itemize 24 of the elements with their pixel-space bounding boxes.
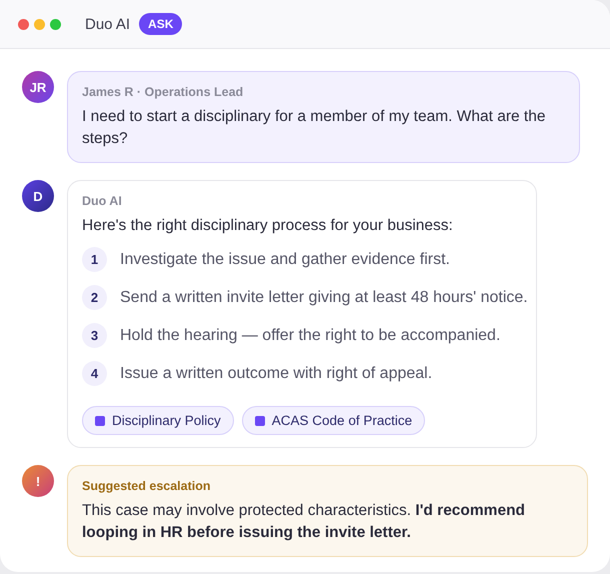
minimize-button[interactable] <box>34 18 45 30</box>
avatar: ! <box>22 465 54 497</box>
message-text: Here's the right disciplinary process for your business: <box>82 216 454 236</box>
step-number: 4 <box>82 361 107 386</box>
maximize-button[interactable] <box>50 18 61 30</box>
source-chip[interactable]: ACAS Code of Practice <box>242 406 426 435</box>
step-text: Hold the hearing — offer the right to be accompanied. <box>120 326 500 344</box>
step-number: 3 <box>82 323 107 348</box>
message-text: This case may involve protected characteristics. I'd recommend looping in HR before issuing the invite letter. <box>82 501 526 543</box>
step-text: Issue a written outcome with right of appeal. <box>120 364 432 382</box>
step-number: 2 <box>82 285 107 310</box>
avatar: D <box>22 180 54 212</box>
close-button[interactable] <box>18 18 29 30</box>
source-chip[interactable]: Disciplinary Policy <box>82 406 234 435</box>
message-author: James R · Operations Lead <box>82 85 244 99</box>
message-author: Suggested escalation <box>82 479 212 493</box>
message-author: Duo AI <box>82 194 123 208</box>
avatar: JR <box>22 71 54 103</box>
window-title: Duo AI <box>85 16 130 32</box>
mode-badge: ASK <box>139 13 182 35</box>
step-text: Investigate the issue and gather evidence first. <box>120 250 450 268</box>
step-number: 1 <box>82 247 107 272</box>
step-text: Send a written invite letter giving at least 48 hours' notice. <box>120 288 528 306</box>
message-text: I need to start a disciplinary for a member of my team. What are the steps? <box>82 107 546 149</box>
